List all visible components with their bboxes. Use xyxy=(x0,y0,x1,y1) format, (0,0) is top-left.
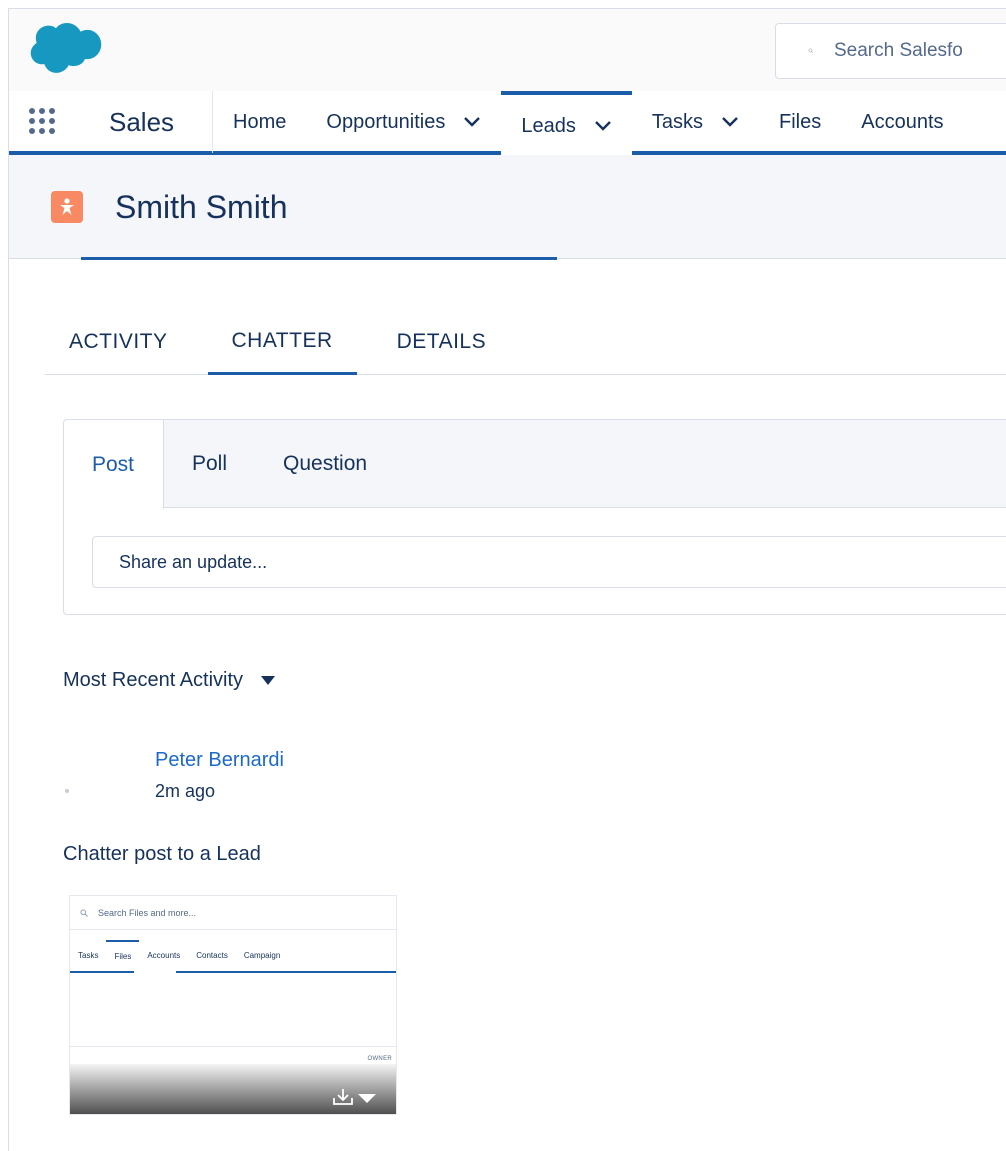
thumbnail-nav: Tasks Files Accounts Contacts Campaign xyxy=(70,940,396,970)
publisher-tabs: Post Poll Question xyxy=(64,420,1006,509)
post-body: Chatter post to a Lead xyxy=(63,843,261,865)
nav-item-opportunities[interactable]: Opportunities xyxy=(306,91,501,153)
thumbnail-search-text: Search Files and more... xyxy=(98,907,197,918)
publisher-tab-question[interactable]: Question xyxy=(255,420,395,507)
search-input[interactable] xyxy=(834,40,1006,62)
download-icon[interactable] xyxy=(332,1088,354,1106)
chevron-down-icon[interactable] xyxy=(721,116,739,128)
nav-item-home[interactable]: Home xyxy=(213,91,306,153)
caret-down-icon[interactable] xyxy=(358,1094,376,1104)
chatter-publisher: Post Poll Question Share an update... xyxy=(63,419,1006,615)
salesforce-logo-icon[interactable] xyxy=(29,23,103,75)
global-header xyxy=(9,9,1006,91)
nav-item-label: Home xyxy=(233,110,287,133)
tab-chatter[interactable]: CHATTER xyxy=(207,309,357,375)
tab-activity[interactable]: ACTIVITY xyxy=(45,309,192,375)
person-star-icon xyxy=(60,198,74,215)
record-header: Smith Smith xyxy=(9,155,1006,259)
search-icon xyxy=(808,48,814,54)
lead-icon xyxy=(51,191,83,223)
chevron-down-icon[interactable] xyxy=(463,116,481,128)
chevron-down-icon[interactable] xyxy=(594,120,612,132)
global-search[interactable] xyxy=(775,23,1006,79)
path-divider xyxy=(567,258,1006,259)
post-timestamp[interactable]: 2m ago xyxy=(155,781,215,802)
thumbnail-nav-item: Tasks xyxy=(78,950,99,960)
publisher-tab-poll[interactable]: Poll xyxy=(164,420,255,507)
nav-item-label: Accounts xyxy=(861,110,944,133)
nav-item-tasks[interactable]: Tasks xyxy=(632,91,759,153)
thumbnail-nav-underline xyxy=(176,971,396,973)
thumbnail-nav-item: Files xyxy=(106,940,140,970)
attachment-thumbnail[interactable]: Search Files and more... Tasks Files Acc… xyxy=(69,895,397,1115)
nav-item-leads[interactable]: Leads xyxy=(501,91,632,157)
nav-item-accounts[interactable]: Accounts xyxy=(841,91,963,153)
thumbnail-nav-item: Campaign xyxy=(243,950,281,960)
avatar[interactable] xyxy=(65,789,69,793)
caret-down-icon xyxy=(261,675,276,685)
nav-item-label: Tasks xyxy=(651,110,703,133)
app-launcher-button[interactable] xyxy=(9,91,75,151)
share-update-input[interactable]: Share an update... xyxy=(92,536,1006,588)
nav-item-label: Opportunities xyxy=(326,110,446,133)
record-title: Smith Smith xyxy=(115,189,288,225)
app-navigation: Sales Home Opportunities Leads Tasks Fil… xyxy=(9,91,1006,157)
thumbnail-nav-item: Contacts xyxy=(196,950,228,960)
post-author-link[interactable]: Peter Bernardi xyxy=(155,749,284,772)
app-frame: Sales Home Opportunities Leads Tasks Fil… xyxy=(8,8,1006,1151)
thumbnail-owner-label: OWNER xyxy=(367,1056,392,1062)
publisher-tab-post[interactable]: Post xyxy=(64,420,164,509)
waffle-icon xyxy=(29,108,55,134)
feed-sort-dropdown[interactable]: Most Recent Activity xyxy=(63,669,276,692)
thumbnail-nav-item: Accounts xyxy=(147,950,181,960)
feed-sort-label: Most Recent Activity xyxy=(63,669,244,691)
record-tabs: ACTIVITY CHATTER DETAILS xyxy=(45,309,1006,375)
tab-details[interactable]: DETAILS xyxy=(373,309,510,375)
thumbnail-divider xyxy=(70,1046,396,1047)
thumbnail-nav-underline xyxy=(70,971,134,973)
nav-item-label: Leads xyxy=(521,114,576,137)
thumbnail-search: Search Files and more... xyxy=(70,896,396,930)
nav-item-files[interactable]: Files xyxy=(759,91,841,153)
search-icon xyxy=(80,908,88,917)
path-progress-bar xyxy=(81,257,557,260)
app-name: Sales xyxy=(75,91,214,153)
nav-item-label: Files xyxy=(779,110,822,133)
